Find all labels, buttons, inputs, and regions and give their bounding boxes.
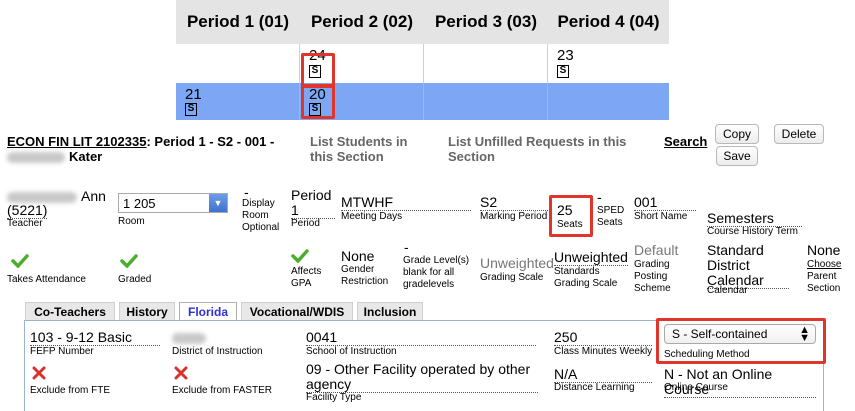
self-contained-badge: S: [557, 65, 569, 78]
section-title-rest: : Period 1 - S2 - 001 -: [146, 134, 275, 149]
gender-value[interactable]: None: [341, 249, 374, 264]
period-value[interactable]: Period 1: [291, 188, 335, 219]
standards-grading-value[interactable]: Unweighted: [554, 250, 628, 266]
graded-label: Graded: [118, 274, 152, 285]
tab-history[interactable]: History: [119, 302, 175, 320]
seat-count: 23: [557, 47, 574, 64]
period-2-header: Period 2 (02): [310, 12, 414, 31]
affects-gpa-label: Affects GPA: [291, 266, 322, 289]
grid-cell[interactable]: [424, 83, 548, 120]
parent-section-value: None: [807, 242, 841, 258]
display-room-label: Display Room Optional: [242, 198, 280, 233]
marking-period-label: Marking Period: [480, 211, 548, 222]
standards-grading-label: Standards Grading Scale: [554, 266, 618, 289]
fefp-value[interactable]: 103 - 9-12 Basic: [30, 330, 160, 346]
period-grid-row-selected: 21 S 20 S: [176, 83, 669, 120]
affects-gpa-check-icon: [291, 249, 309, 263]
delete-button[interactable]: Delete: [774, 124, 824, 144]
self-contained-badge: S: [185, 103, 197, 116]
marking-period-value[interactable]: S2: [480, 195, 548, 211]
class-minutes-label: Class Minutes Weekly: [554, 346, 653, 357]
grid-cell[interactable]: 23 S: [548, 44, 669, 83]
exclude-fte-label: Exclude from FTE: [30, 385, 111, 396]
blurred-teacher-first: [7, 152, 65, 164]
teacher-last-name: Kater: [69, 149, 103, 164]
teacher-label: Teacher: [7, 218, 43, 229]
grid-cell[interactable]: [548, 83, 669, 120]
tab-florida[interactable]: Florida: [179, 302, 237, 320]
room-select[interactable]: 1 205 ▼: [118, 193, 228, 213]
course-history-label: Course History Term: [707, 226, 798, 237]
sped-seats-label: SPED Seats: [597, 205, 625, 228]
tab-co-teachers[interactable]: Co-Teachers: [25, 302, 115, 320]
period-grid-row: 24 S 23 S: [176, 44, 669, 83]
school-label: School of Instruction: [306, 346, 397, 357]
meeting-days-value[interactable]: MTWHF: [341, 195, 471, 211]
callout-box: [549, 195, 593, 237]
save-button[interactable]: Save: [716, 146, 758, 166]
exclude-faster-label: Exclude from FASTER: [172, 385, 273, 396]
grading-scale-value[interactable]: Unweighted: [480, 256, 554, 271]
period-4-header: Period 4 (04): [557, 12, 660, 31]
seat-count: 21: [185, 86, 202, 103]
posting-scheme-value[interactable]: Default: [634, 243, 678, 258]
graded-check-icon: [120, 254, 138, 268]
period-3-header: Period 3 (03): [434, 12, 538, 31]
district-label: District of Instruction: [172, 346, 263, 357]
search-link[interactable]: Search: [664, 134, 707, 149]
grade-level-label: Grade Level(s) blank for all gradelevels: [403, 255, 470, 290]
grading-scale-label: Grading Scale: [480, 272, 544, 283]
course-link[interactable]: ECON FIN LIT 2102335: [7, 134, 146, 149]
exclude-fte-x-icon: [32, 366, 46, 380]
exclude-faster-x-icon: [174, 366, 188, 380]
class-minutes-value[interactable]: 250: [554, 330, 652, 346]
course-history-value[interactable]: Semesters: [707, 211, 802, 227]
parent-section-label: Parent Section: [807, 271, 841, 294]
facility-type-value[interactable]: 09 - Other Facility operated by other ag…: [306, 362, 538, 393]
grade-level-dash: -: [404, 239, 409, 255]
blurred-district: [172, 333, 206, 344]
callout-box: [301, 53, 335, 88]
period-grid-header: Period 1 (01) Period 2 (02) Period 3 (03…: [176, 0, 669, 44]
room-label: Room: [118, 216, 145, 227]
facility-type-label: Facility Type: [306, 392, 362, 403]
tab-inclusion[interactable]: Inclusion: [357, 302, 423, 320]
tab-vocational-wdis[interactable]: Vocational/WDIS: [241, 302, 353, 320]
teacher-first-name: Ann: [81, 188, 106, 204]
grid-cell[interactable]: 21 S: [176, 83, 300, 120]
section-title: ECON FIN LIT 2102335: Period 1 - S2 - 00…: [7, 134, 297, 164]
meeting-days-label: Meeting Days: [341, 211, 403, 222]
fefp-label: FEFP Number: [30, 346, 94, 357]
takes-attendance-label: Takes Attendance: [7, 274, 86, 285]
short-name-value[interactable]: 001: [634, 195, 696, 211]
room-dropdown-icon[interactable]: ▼: [209, 194, 227, 212]
list-unfilled-link[interactable]: List Unfilled Requests in this Section: [448, 134, 628, 164]
parent-choose-link[interactable]: Choose: [807, 259, 841, 271]
copy-button[interactable]: Copy: [715, 124, 759, 144]
online-course-label: Online Course: [664, 382, 728, 393]
takes-attendance-check-icon: [11, 254, 29, 268]
gender-label: Gender Restriction: [341, 264, 389, 287]
callout-box: [656, 318, 826, 364]
period-label: Period: [291, 218, 320, 229]
list-students-link[interactable]: List Students in this Section: [310, 134, 430, 164]
sped-seats-dash: -: [597, 189, 602, 205]
distance-learning-label: Distance Learning: [554, 382, 635, 393]
period-1-header: Period 1 (01): [186, 12, 290, 31]
school-value[interactable]: 0041: [306, 330, 536, 346]
distance-learning-value[interactable]: N/A: [554, 367, 652, 383]
callout-box: [301, 84, 335, 119]
calendar-value[interactable]: Standard District Calendar: [707, 243, 789, 289]
calendar-label: Calendar: [707, 285, 748, 296]
posting-scheme-label: Grading Posting Scheme: [634, 259, 671, 294]
grid-cell[interactable]: [176, 44, 300, 83]
teacher-id[interactable]: (5221): [7, 203, 48, 219]
grid-cell[interactable]: [424, 44, 548, 83]
short-name-label: Short Name: [634, 211, 688, 222]
room-select-value: 1 205: [123, 196, 156, 211]
